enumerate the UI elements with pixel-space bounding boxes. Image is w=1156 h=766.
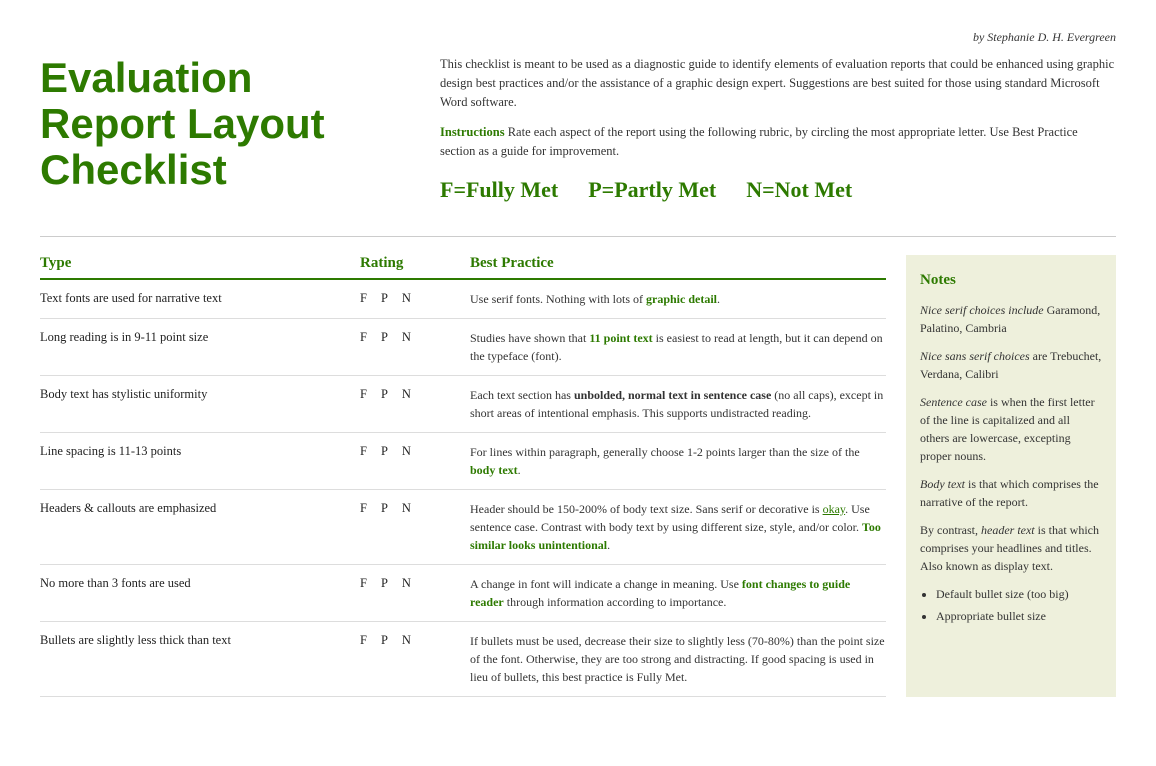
notes-bullets-list: Default bullet size (too big) Appropriat…	[920, 585, 1102, 625]
row-best-practice: Studies have shown that 11 point text is…	[470, 329, 886, 365]
rating-p-option[interactable]: P	[381, 501, 388, 516]
row-best-practice: Each text section has unbolded, normal t…	[470, 386, 886, 422]
row-type: Long reading is in 9-11 point size	[40, 329, 350, 347]
rating-n-option[interactable]: N	[402, 633, 411, 648]
notes-header-text: By contrast, header text is that which c…	[920, 521, 1102, 575]
col-type-header: Type	[40, 255, 350, 272]
rating-p: P=Partly Met	[588, 173, 716, 206]
row-rating: F P N	[350, 500, 470, 516]
title-block: Evaluation Report Layout Checklist	[40, 55, 400, 206]
rating-p-option[interactable]: P	[381, 633, 388, 648]
rating-p-option[interactable]: P	[381, 387, 388, 402]
row-best-practice: For lines within paragraph, generally ch…	[470, 443, 886, 479]
rating-n-option[interactable]: N	[402, 387, 411, 402]
row-type: Body text has stylistic uniformity	[40, 386, 350, 404]
rating-f-option[interactable]: F	[360, 444, 367, 459]
notes-title: Notes	[920, 269, 1102, 292]
row-rating: F P N	[350, 329, 470, 345]
row-type: Bullets are slightly less thick than tex…	[40, 632, 350, 650]
table-row: No more than 3 fonts are used F P N A ch…	[40, 565, 886, 622]
row-type: Line spacing is 11-13 points	[40, 443, 350, 461]
rating-n-option[interactable]: N	[402, 444, 411, 459]
instructions-text: Rate each aspect of the report using the…	[440, 125, 1078, 158]
divider	[40, 236, 1116, 237]
byline: by Stephanie D. H. Evergreen	[40, 30, 1116, 45]
table-row: Line spacing is 11-13 points F P N For l…	[40, 433, 886, 490]
row-best-practice: Use serif fonts. Nothing with lots of gr…	[470, 290, 886, 308]
row-type: Text fonts are used for narrative text	[40, 290, 350, 308]
table-row: Bullets are slightly less thick than tex…	[40, 622, 886, 697]
notes-panel: Notes Nice serif choices include Garamon…	[906, 255, 1116, 697]
intro-block: This checklist is meant to be used as a …	[440, 55, 1116, 206]
notes-sentence-case: Sentence case is when the first letter o…	[920, 393, 1102, 465]
row-rating: F P N	[350, 575, 470, 591]
rating-f-option[interactable]: F	[360, 501, 367, 516]
rating-p-option[interactable]: P	[381, 444, 388, 459]
rating-p-option[interactable]: P	[381, 291, 388, 306]
col-bp-header: Best Practice	[470, 255, 886, 272]
notes-sans-serif-choices: Nice sans serif choices are Trebuchet, V…	[920, 347, 1102, 383]
instructions-line: Instructions Rate each aspect of the rep…	[440, 123, 1116, 161]
rating-n-option[interactable]: N	[402, 330, 411, 345]
list-item: Default bullet size (too big)	[936, 585, 1102, 603]
checklist-header: Type Rating Best Practice	[40, 255, 886, 280]
rating-f-option[interactable]: F	[360, 576, 367, 591]
row-type: Headers & callouts are emphasized	[40, 500, 350, 518]
notes-serif-choices: Nice serif choices include Garamond, Pal…	[920, 301, 1102, 337]
row-best-practice: Header should be 150-200% of body text s…	[470, 500, 886, 554]
rating-n: N=Not Met	[746, 173, 852, 206]
rating-f-option[interactable]: F	[360, 330, 367, 345]
row-rating: F P N	[350, 632, 470, 648]
table-row: Body text has stylistic uniformity F P N…	[40, 376, 886, 433]
rating-line: F=Fully Met P=Partly Met N=Not Met	[440, 173, 1116, 206]
main-title: Evaluation Report Layout Checklist	[40, 55, 400, 194]
rating-n-option[interactable]: N	[402, 291, 411, 306]
table-row: Long reading is in 9-11 point size F P N…	[40, 319, 886, 376]
row-best-practice: A change in font will indicate a change …	[470, 575, 886, 611]
row-best-practice: If bullets must be used, decrease their …	[470, 632, 886, 686]
table-row: Headers & callouts are emphasized F P N …	[40, 490, 886, 565]
checklist-section: Type Rating Best Practice Text fonts are…	[40, 255, 886, 697]
table-row: Text fonts are used for narrative text F…	[40, 280, 886, 319]
list-item: Appropriate bullet size	[936, 607, 1102, 625]
row-type: No more than 3 fonts are used	[40, 575, 350, 593]
main-table-area: Type Rating Best Practice Text fonts are…	[40, 255, 1116, 697]
rating-f-option[interactable]: F	[360, 633, 367, 648]
row-rating: F P N	[350, 290, 470, 306]
rating-f-option[interactable]: F	[360, 387, 367, 402]
row-rating: F P N	[350, 443, 470, 459]
rating-n-option[interactable]: N	[402, 501, 411, 516]
rating-f: F=Fully Met	[440, 173, 558, 206]
instructions-label: Instructions	[440, 125, 505, 139]
intro-description: This checklist is meant to be used as a …	[440, 55, 1116, 111]
rating-p-option[interactable]: P	[381, 576, 388, 591]
rating-n-option[interactable]: N	[402, 576, 411, 591]
col-rating-header: Rating	[350, 255, 470, 272]
rating-f-option[interactable]: F	[360, 291, 367, 306]
notes-body-text: Body text is that which comprises the na…	[920, 475, 1102, 511]
row-rating: F P N	[350, 386, 470, 402]
rating-p-option[interactable]: P	[381, 330, 388, 345]
